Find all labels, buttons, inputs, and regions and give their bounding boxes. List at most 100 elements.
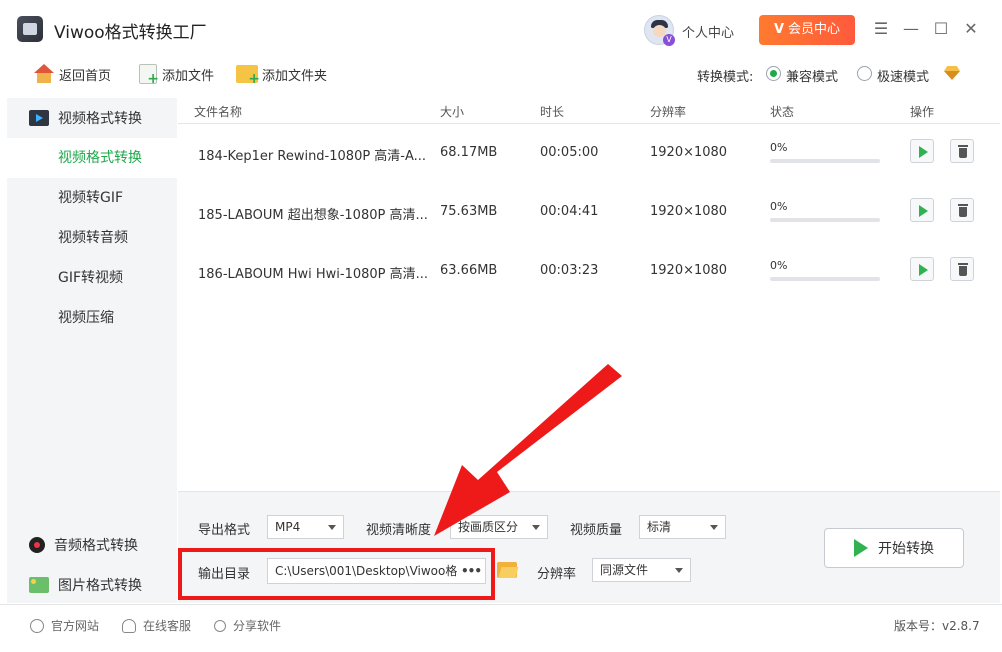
- sidebar-group-video[interactable]: 视频格式转换: [7, 98, 177, 138]
- chevron-down-icon: [710, 525, 718, 530]
- file-table-header: 文件名称 大小 时长 分辨率 状态 操作: [178, 98, 1000, 124]
- table-row[interactable]: 186-LABOUM Hwi Hwi-1080P 高清... 63.66MB 0…: [178, 243, 1000, 301]
- delete-button[interactable]: [950, 139, 974, 163]
- progress-text: 0%: [770, 200, 788, 213]
- column-header-actions: 操作: [910, 105, 935, 119]
- file-name: 186-LABOUM Hwi Hwi-1080P 高清...: [198, 267, 429, 282]
- home-icon: [33, 64, 55, 84]
- start-convert-button[interactable]: 开始转换: [824, 528, 964, 568]
- add-folder-button[interactable]: 添加文件夹: [236, 62, 328, 87]
- maximize-icon[interactable]: ☐: [930, 18, 952, 40]
- add-file-label: 添加文件: [162, 68, 215, 84]
- file-resolution: 1920×1080: [650, 204, 728, 219]
- close-icon[interactable]: ✕: [960, 18, 982, 40]
- resolution-select[interactable]: 同源文件: [592, 558, 691, 582]
- delete-button[interactable]: [950, 198, 974, 222]
- folder-open-icon[interactable]: [497, 562, 517, 578]
- export-format-value: MP4: [275, 520, 301, 534]
- compat-mode-radio[interactable]: [766, 66, 781, 81]
- audio-icon: [29, 537, 45, 553]
- table-row[interactable]: 184-Kep1er Rewind-1080P 高清-A... 68.17MB …: [178, 125, 1000, 183]
- diamond-icon: [944, 66, 960, 80]
- play-button[interactable]: [910, 139, 934, 163]
- delete-button[interactable]: [950, 257, 974, 281]
- headset-icon: [122, 618, 136, 633]
- share-label: 分享软件: [233, 619, 282, 633]
- add-folder-label: 添加文件夹: [262, 68, 328, 84]
- video-icon: [29, 110, 49, 126]
- export-format-label: 导出格式: [198, 523, 251, 538]
- sidebar-group-audio[interactable]: 音频格式转换: [7, 525, 177, 565]
- minimize-icon[interactable]: —: [900, 18, 922, 40]
- share-icon: [214, 619, 226, 632]
- video-clarity-value: 按画质区分: [458, 520, 519, 534]
- file-duration: 00:05:00: [540, 145, 599, 160]
- globe-icon: [30, 618, 44, 633]
- website-link[interactable]: 官方网站: [30, 617, 99, 634]
- conversion-mode-label: 转换模式:: [697, 70, 754, 85]
- sidebar-group-label: 图片格式转换: [58, 578, 142, 594]
- vip-center-label: 会员中心: [788, 22, 841, 37]
- file-duration: 00:03:23: [540, 263, 599, 278]
- export-format-select[interactable]: MP4: [267, 515, 344, 539]
- column-header-status: 状态: [770, 105, 795, 119]
- play-button[interactable]: [910, 257, 934, 281]
- sidebar-item-video-to-audio[interactable]: 视频转音频: [7, 218, 177, 258]
- sidebar-group-label: 音频格式转换: [54, 538, 138, 554]
- column-header-resolution: 分辨率: [650, 105, 687, 119]
- vip-badge-icon: V: [663, 34, 675, 46]
- share-link[interactable]: 分享软件: [214, 617, 281, 634]
- add-file-button[interactable]: 添加文件: [139, 62, 215, 87]
- progress-bar: [770, 277, 880, 281]
- progress-bar: [770, 218, 880, 222]
- sidebar-item-video-convert[interactable]: 视频格式转换: [7, 138, 177, 178]
- user-avatar[interactable]: V: [644, 15, 675, 46]
- fast-mode-label[interactable]: 极速模式: [877, 66, 929, 85]
- add-folder-icon: [236, 65, 260, 87]
- start-convert-label: 开始转换: [878, 541, 934, 557]
- column-header-size: 大小: [440, 105, 465, 119]
- video-quality-value: 标清: [647, 520, 672, 534]
- support-link[interactable]: 在线客服: [122, 617, 191, 634]
- home-button[interactable]: 返回首页: [33, 62, 111, 86]
- sidebar-group-label: 视频格式转换: [58, 111, 142, 127]
- sidebar-item-gif-to-video[interactable]: GIF转视频: [7, 258, 177, 298]
- vip-center-button[interactable]: V 会员中心: [759, 15, 855, 45]
- app-title: Viwoo格式转换工厂: [54, 23, 207, 43]
- column-header-name: 文件名称: [194, 105, 243, 119]
- image-icon: [29, 577, 49, 593]
- app-logo-icon: [17, 16, 43, 42]
- progress-bar: [770, 159, 880, 163]
- resolution-label: 分辨率: [537, 567, 577, 582]
- table-row[interactable]: 185-LABOUM 超出想象-1080P 高清... 75.63MB 00:0…: [178, 184, 1000, 242]
- version-text: 版本号：v2.8.7: [894, 619, 980, 633]
- file-duration: 00:04:41: [540, 204, 599, 219]
- sidebar-item-video-to-gif[interactable]: 视频转GIF: [7, 178, 177, 218]
- file-size: 75.63MB: [440, 204, 498, 219]
- progress-text: 0%: [770, 259, 788, 272]
- vip-mark: V: [773, 22, 785, 37]
- sidebar-item-video-compress[interactable]: 视频压缩: [7, 298, 177, 338]
- video-clarity-select[interactable]: 按画质区分: [450, 515, 548, 539]
- video-quality-label: 视频质量: [570, 523, 623, 538]
- column-header-duration: 时长: [540, 105, 565, 119]
- file-resolution: 1920×1080: [650, 263, 728, 278]
- personal-center-link[interactable]: 个人中心: [682, 22, 734, 41]
- file-resolution: 1920×1080: [650, 145, 728, 160]
- file-name: 184-Kep1er Rewind-1080P 高清-A...: [198, 149, 427, 164]
- menu-icon[interactable]: ☰: [870, 18, 892, 40]
- fast-mode-radio[interactable]: [857, 66, 872, 81]
- title-bar: Viwoo格式转换工厂 V 个人中心 V 会员中心 ☰ — ☐ ✕: [0, 0, 1002, 58]
- resolution-value: 同源文件: [600, 563, 649, 577]
- video-quality-select[interactable]: 标清: [639, 515, 726, 539]
- progress-text: 0%: [770, 141, 788, 154]
- home-label: 返回首页: [59, 68, 112, 84]
- sidebar: 视频格式转换 视频格式转换 视频转GIF 视频转音频 GIF转视频 视频压缩 音…: [7, 98, 177, 603]
- video-clarity-label: 视频清晰度: [366, 523, 432, 538]
- chevron-down-icon: [675, 568, 683, 573]
- compat-mode-label[interactable]: 兼容模式: [786, 66, 838, 85]
- sidebar-group-image[interactable]: 图片格式转换: [7, 565, 177, 605]
- file-size: 63.66MB: [440, 263, 498, 278]
- play-button[interactable]: [910, 198, 934, 222]
- chevron-down-icon: [532, 525, 540, 530]
